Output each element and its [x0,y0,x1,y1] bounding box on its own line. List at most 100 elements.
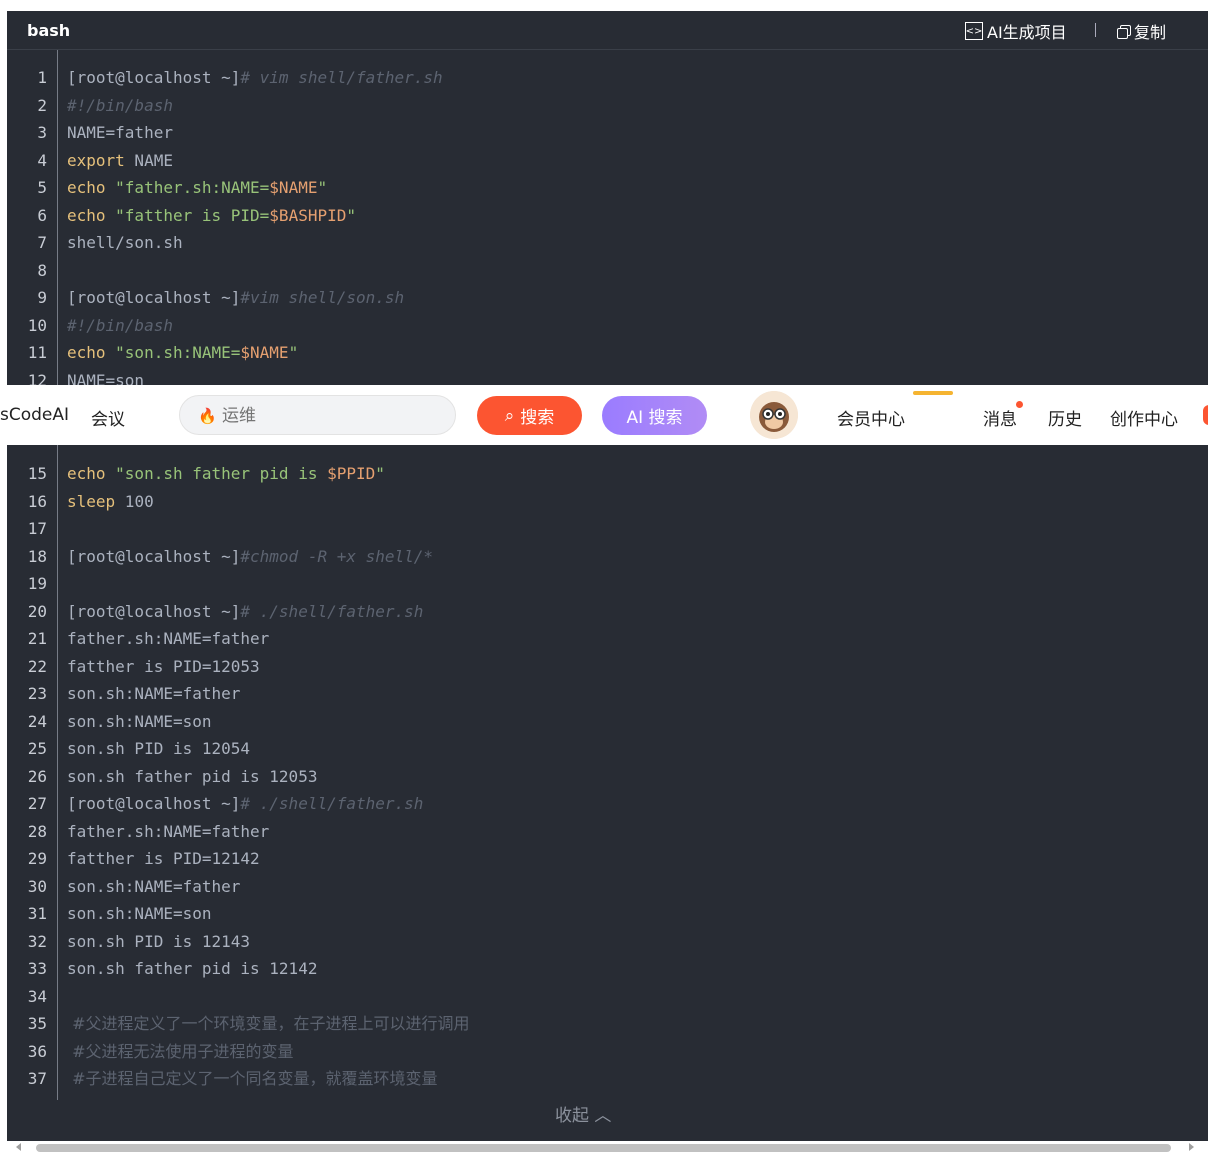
horizontal-scrollbar[interactable] [0,1141,1208,1154]
nav-item-history[interactable]: 历史 [1048,405,1082,430]
scroll-right-arrow-icon[interactable] [1189,1143,1194,1151]
shell-prompt: [root@localhost ~] [67,288,241,307]
language-label: bash [27,21,71,40]
search-button-label: 搜索 [520,408,555,428]
shell-command: #chmod -R +x shell/* [240,546,434,566]
line-number: 30 [27,876,47,896]
code-line: 1 [root@localhost ~]# vim shell/father.s… [7,64,1208,92]
notification-dot [1016,401,1023,408]
line-number: 7 [37,233,47,252]
code-comment: #父进程定义了一个环境变量，在子进程上可以进行调用 [67,1014,470,1033]
avatar[interactable] [750,391,798,439]
code-text: son.sh PID is 12143 [67,931,251,951]
code-text: son.sh:NAME=son [67,904,212,923]
code-line: 27 [root@localhost ~]# ./shell/father.sh [7,790,1208,818]
code-text: son.sh PID is 12054 [67,739,251,758]
code-line: 32 son.sh PID is 12143 [7,928,1208,956]
code-line: 3 NAME=father [7,119,1208,147]
code-line: 20 [root@localhost ~]# ./shell/father.sh [7,598,1208,626]
code-text: father.sh:NAME=father [67,629,270,648]
code-header: bash <> AI生成项目 复制 [7,11,1208,50]
line-number: 24 [27,711,47,731]
string: " [288,343,299,362]
line-number: 9 [37,288,47,307]
shell-prompt: [root@localhost ~] [67,601,241,621]
line-number: 33 [27,959,47,978]
code-line: 30 son.sh:NAME=father [7,873,1208,901]
code-text: son.sh:NAME=son [67,711,212,731]
shell-prompt: [root@localhost ~] [67,794,241,813]
code-text: son.sh:NAME=father [67,684,241,703]
code-comment: #父进程无法使用子进程的变量 [67,1041,294,1061]
line-number: 5 [37,178,47,197]
line-number: 18 [27,546,47,566]
line-number: 34 [27,986,47,1006]
string: "son.sh father pid is [105,464,328,483]
code-line: 36 #父进程无法使用子进程的变量 [7,1038,1208,1066]
collapse-button[interactable]: 收起 ︿ [555,1101,611,1126]
variable: $NAME [240,343,289,362]
line-number: 22 [27,656,47,676]
code-line: 31 son.sh:NAME=son [7,900,1208,928]
line-number: 11 [27,343,47,362]
keyword: echo [67,343,106,362]
line-number: 20 [27,601,47,621]
line-number: 31 [27,904,47,923]
line-number: 32 [27,931,47,951]
line-number: 4 [37,150,47,170]
line-number: 10 [27,315,47,335]
code-line: 28 father.sh:NAME=father [7,818,1208,846]
ai-search-button[interactable]: AI 搜索 [602,396,707,435]
code-text: father.sh:NAME=father [67,821,270,841]
code-area[interactable]: 1 [root@localhost ~]# vim shell/father.s… [7,50,1208,1100]
code-line: 10 #!/bin/bash [7,312,1208,340]
ai-generate-button[interactable]: <> AI生成项目 [965,19,1067,43]
code-text: #!/bin/bash [67,95,173,115]
scroll-left-arrow-icon[interactable] [16,1143,21,1151]
copy-label: 复制 [1134,23,1167,42]
line-number: 37 [27,1069,47,1088]
nav-item-member-center[interactable]: 会员中心 [837,405,905,430]
code-line: 16 sleep 100 [7,488,1208,516]
code-text: NAME [124,150,173,170]
code-line: 37 #子进程自己定义了一个同名变量，就覆盖环境变量 [7,1065,1208,1093]
line-number: 16 [27,491,47,511]
variable: $BASHPID [269,205,347,225]
nav-item-creator-center[interactable]: 创作中心 [1110,405,1178,430]
publish-button-edge[interactable] [1203,405,1208,425]
code-text: son.sh:NAME=father [67,876,241,896]
avatar-monkey-icon [750,391,798,439]
code-text: fatther is PID=12142 [67,849,260,868]
copy-button[interactable]: 复制 [1117,19,1166,43]
search-button[interactable]: ⌕ 搜索 [477,396,582,435]
nav-item-meeting[interactable]: 会议 [91,405,125,430]
line-number: 35 [27,1014,47,1033]
string: "son.sh:NAME= [105,343,241,362]
keyword: export [67,150,125,170]
code-block: bash <> AI生成项目 复制 1 [root@localhost ~]# … [7,11,1208,1141]
line-number: 6 [37,205,47,225]
code-line: 6 echo "fatther is PID=$BASHPID" [7,202,1208,230]
line-number: 23 [27,684,47,703]
nav-item-messages[interactable]: 消息 [983,405,1017,430]
code-text: #!/bin/bash [67,315,173,335]
code-line: 7 shell/son.sh [7,229,1208,257]
string: " [375,464,385,483]
shell-command: # ./shell/father.sh [240,794,424,813]
scrollbar-thumb[interactable] [36,1144,1171,1152]
string: "father.sh:NAME= [105,178,270,197]
string: " [346,205,356,225]
variable: $NAME [269,178,318,197]
shell-command: # vim shell/father.sh [240,68,443,87]
search-input[interactable] [220,405,444,427]
code-line: 5 echo "father.sh:NAME=$NAME" [7,174,1208,202]
search-box[interactable]: 🔥 [179,395,456,435]
nav-item-code-ai[interactable]: sCodeAI [0,405,69,425]
code-line: 18 [root@localhost ~]#chmod -R +x shell/… [7,543,1208,571]
vip-decoration [913,391,953,395]
fire-icon: 🔥 [198,407,217,425]
code-line: 26 son.sh father pid is 12053 [7,763,1208,791]
code-line: 33 son.sh father pid is 12142 [7,955,1208,983]
line-number: 27 [27,794,47,813]
code-line: 25 son.sh PID is 12054 [7,735,1208,763]
